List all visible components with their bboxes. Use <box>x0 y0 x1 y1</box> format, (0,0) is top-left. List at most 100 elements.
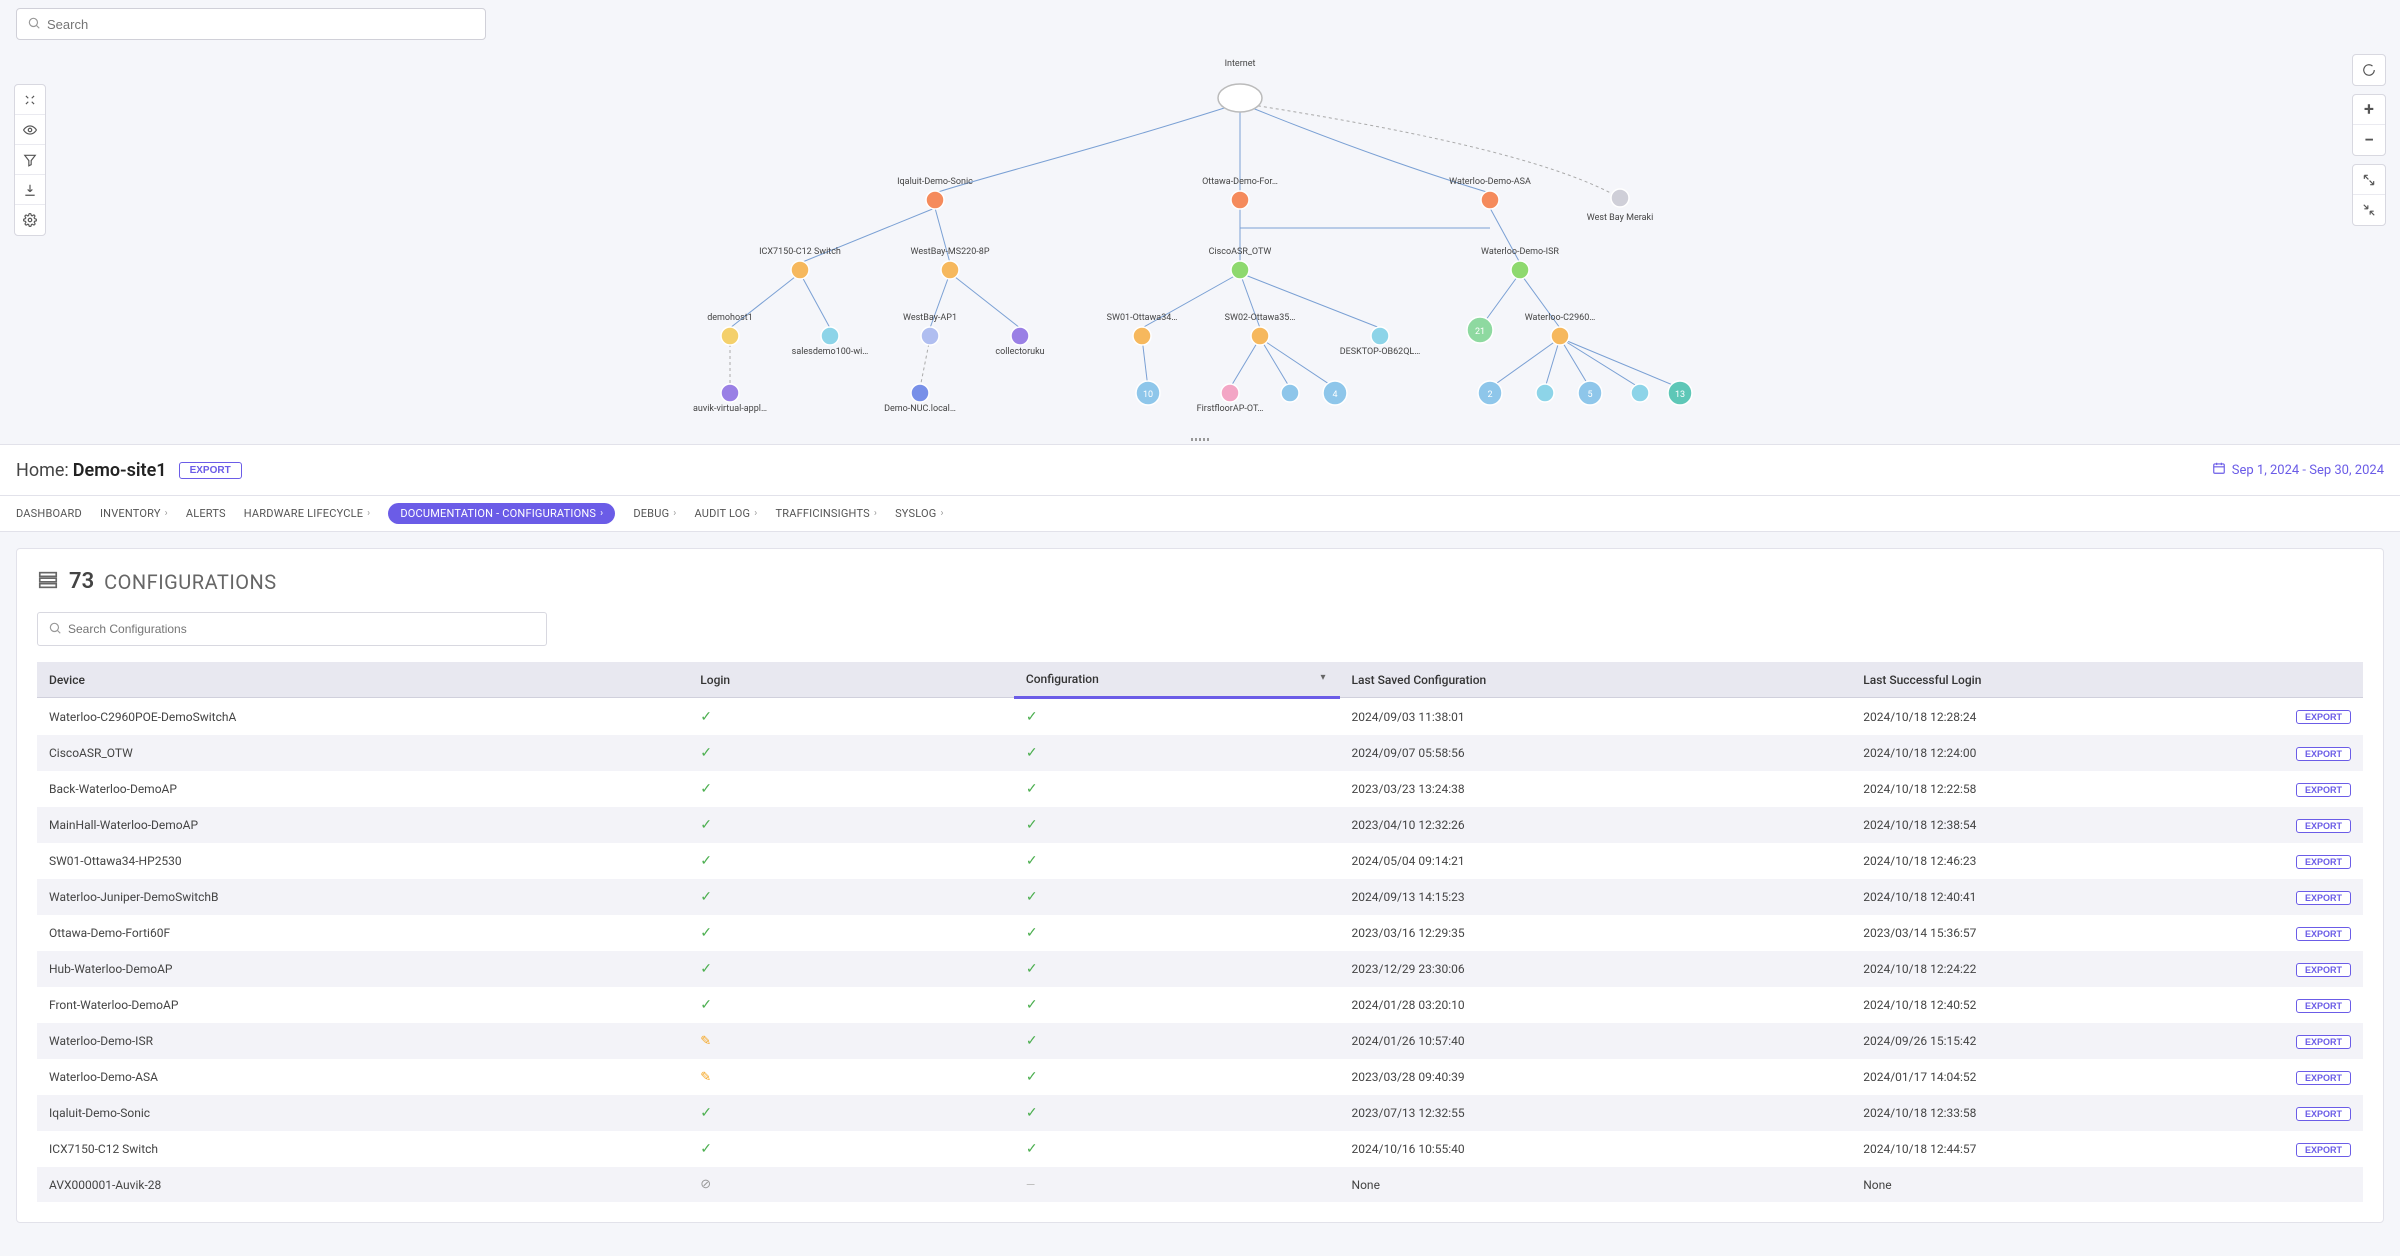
node-wireless[interactable] <box>1221 384 1239 402</box>
col-device[interactable]: Device <box>37 662 688 698</box>
node-firewall[interactable] <box>926 191 944 209</box>
node-label: West Bay Meraki <box>1587 213 1654 223</box>
eye-icon[interactable] <box>15 115 45 145</box>
node-appliance[interactable] <box>721 384 739 402</box>
table-row[interactable]: Hub-Waterloo-DemoAP✓✓2023/12/29 23:30:06… <box>37 951 2363 987</box>
node-ap[interactable] <box>921 327 939 345</box>
table-row[interactable]: ICX7150-C12 Switch✓✓2024/10/16 10:55:402… <box>37 1131 2363 1167</box>
tab-dashboard[interactable]: DASHBOARD <box>16 507 82 520</box>
row-export-button[interactable]: EXPORT <box>2296 927 2351 941</box>
table-row[interactable]: Front-Waterloo-DemoAP✓✓2024/01/28 03:20:… <box>37 987 2363 1023</box>
date-range-picker[interactable]: Sep 1, 2024 - Sep 30, 2024 <box>2212 461 2384 479</box>
node-switch[interactable] <box>791 261 809 279</box>
node-ap[interactable] <box>821 327 839 345</box>
node-label: collectoruku <box>995 347 1044 357</box>
cloud-icon[interactable] <box>1218 84 1262 112</box>
cell-last-saved: 2024/09/07 05:58:56 <box>1340 735 1852 771</box>
row-export-button[interactable]: EXPORT <box>2296 819 2351 833</box>
table-row[interactable]: CiscoASR_OTW✓✓2024/09/07 05:58:562024/10… <box>37 735 2363 771</box>
resize-handle[interactable] <box>1188 434 1212 444</box>
row-export-button[interactable]: EXPORT <box>2296 999 2351 1013</box>
table-row[interactable]: Waterloo-Demo-ASA✎✓2023/03/28 09:40:3920… <box>37 1059 2363 1095</box>
download-icon[interactable] <box>15 175 45 205</box>
node-badge: 4 <box>1332 390 1337 400</box>
topology-canvas[interactable]: Internet Iqaluit-Demo-Sonic Ottawa-Demo-… <box>0 48 2400 444</box>
node-label: Demo-NUC.local… <box>884 404 956 414</box>
node-firewall[interactable] <box>1481 191 1499 209</box>
node-label: SW01-Ottawa34… <box>1107 313 1178 323</box>
zoom-out-icon[interactable]: − <box>2353 125 2385 155</box>
site-name: Demo-site1 <box>73 460 167 481</box>
expand-icon[interactable] <box>2353 165 2385 195</box>
tab-inventory[interactable]: INVENTORY› <box>100 507 168 520</box>
col-configuration[interactable]: Configuration <box>1014 662 1340 698</box>
node-router[interactable] <box>1511 261 1529 279</box>
layout-icon[interactable] <box>15 85 45 115</box>
node-unknown[interactable] <box>1611 189 1629 207</box>
node-switch[interactable] <box>1551 327 1569 345</box>
tab-hardware-lifecycle[interactable]: HARDWARE LIFECYCLE› <box>244 507 371 520</box>
tab-audit-log[interactable]: AUDIT LOG› <box>694 507 757 520</box>
row-export-button[interactable]: EXPORT <box>2296 891 2351 905</box>
node-switch[interactable] <box>1251 327 1269 345</box>
tab-trafficinsights[interactable]: TRAFFICINSIGHTS› <box>775 507 877 520</box>
tab-label: AUDIT LOG <box>694 507 750 520</box>
col-last-login[interactable]: Last Successful Login <box>1851 662 2270 698</box>
tab-documentation-configurations[interactable]: DOCUMENTATION - CONFIGURATIONS› <box>388 503 615 524</box>
table-row[interactable]: Back-Waterloo-DemoAP✓✓2023/03/23 13:24:3… <box>37 771 2363 807</box>
node-host[interactable] <box>721 327 739 345</box>
tab-debug[interactable]: DEBUG› <box>633 507 676 520</box>
table-row[interactable]: Ottawa-Demo-Forti60F✓✓2023/03/16 12:29:3… <box>37 915 2363 951</box>
row-export-button[interactable]: EXPORT <box>2296 710 2351 724</box>
config-search[interactable] <box>37 612 547 646</box>
filter-icon[interactable] <box>15 145 45 175</box>
row-export-button[interactable]: EXPORT <box>2296 1071 2351 1085</box>
tab-syslog[interactable]: SYSLOG› <box>895 507 944 520</box>
table-row[interactable]: MainHall-Waterloo-DemoAP✓✓2023/04/10 12:… <box>37 807 2363 843</box>
config-search-input[interactable] <box>68 622 536 636</box>
node-firewall[interactable] <box>1231 191 1249 209</box>
row-export-button[interactable]: EXPORT <box>2296 963 2351 977</box>
tab-alerts[interactable]: ALERTS <box>186 507 226 520</box>
refresh-icon[interactable] <box>2353 55 2385 85</box>
node-host[interactable] <box>1536 384 1554 402</box>
row-export-button[interactable]: EXPORT <box>2296 1107 2351 1121</box>
row-export-button[interactable]: EXPORT <box>2296 1143 2351 1157</box>
node-host[interactable] <box>1371 327 1389 345</box>
ban-icon: ⊘ <box>700 1177 711 1192</box>
cell-last-saved: None <box>1340 1167 1852 1202</box>
table-row[interactable]: SW01-Ottawa34-HP2530✓✓2024/05/04 09:14:2… <box>37 843 2363 879</box>
row-export-button[interactable]: EXPORT <box>2296 747 2351 761</box>
table-row[interactable]: Waterloo-Juniper-DemoSwitchB✓✓2024/09/13… <box>37 879 2363 915</box>
col-last-saved[interactable]: Last Saved Configuration <box>1340 662 1852 698</box>
gear-icon[interactable] <box>15 205 45 235</box>
node-host[interactable] <box>911 384 929 402</box>
tab-label: DEBUG <box>633 507 669 520</box>
node-host[interactable] <box>1631 384 1649 402</box>
node-switch[interactable] <box>941 261 959 279</box>
export-button[interactable]: EXPORT <box>179 462 242 479</box>
global-search[interactable] <box>16 8 486 40</box>
tab-label: DOCUMENTATION - CONFIGURATIONS <box>400 507 596 520</box>
global-search-input[interactable] <box>47 17 475 32</box>
cell-last-login: 2024/10/18 12:40:41 <box>1851 879 2270 915</box>
topology-map[interactable]: Internet Iqaluit-Demo-Sonic Ottawa-Demo-… <box>0 48 2400 444</box>
node-collector[interactable] <box>1011 327 1029 345</box>
node-router[interactable] <box>1231 261 1249 279</box>
row-export-button[interactable]: EXPORT <box>2296 1035 2351 1049</box>
chevron-right-icon: › <box>367 508 370 519</box>
collapse-icon[interactable] <box>2353 195 2385 225</box>
row-export-button[interactable]: EXPORT <box>2296 855 2351 869</box>
node-host[interactable] <box>1281 384 1299 402</box>
table-row[interactable]: Waterloo-C2960POE-DemoSwitchA✓✓2024/09/0… <box>37 698 2363 736</box>
zoom-in-icon[interactable]: + <box>2353 95 2385 125</box>
table-row[interactable]: Waterloo-Demo-ISR✎✓2024/01/26 10:57:4020… <box>37 1023 2363 1059</box>
col-login[interactable]: Login <box>688 662 1014 698</box>
node-switch[interactable] <box>1133 327 1151 345</box>
table-row[interactable]: AVX000001-Auvik-28⊘—NoneNone <box>37 1167 2363 1202</box>
date-range-text: Sep 1, 2024 - Sep 30, 2024 <box>2232 463 2384 478</box>
cell-last-saved: 2024/05/04 09:14:21 <box>1340 843 1852 879</box>
node-badge: 13 <box>1675 390 1685 400</box>
row-export-button[interactable]: EXPORT <box>2296 783 2351 797</box>
table-row[interactable]: Iqaluit-Demo-Sonic✓✓2023/07/13 12:32:552… <box>37 1095 2363 1131</box>
